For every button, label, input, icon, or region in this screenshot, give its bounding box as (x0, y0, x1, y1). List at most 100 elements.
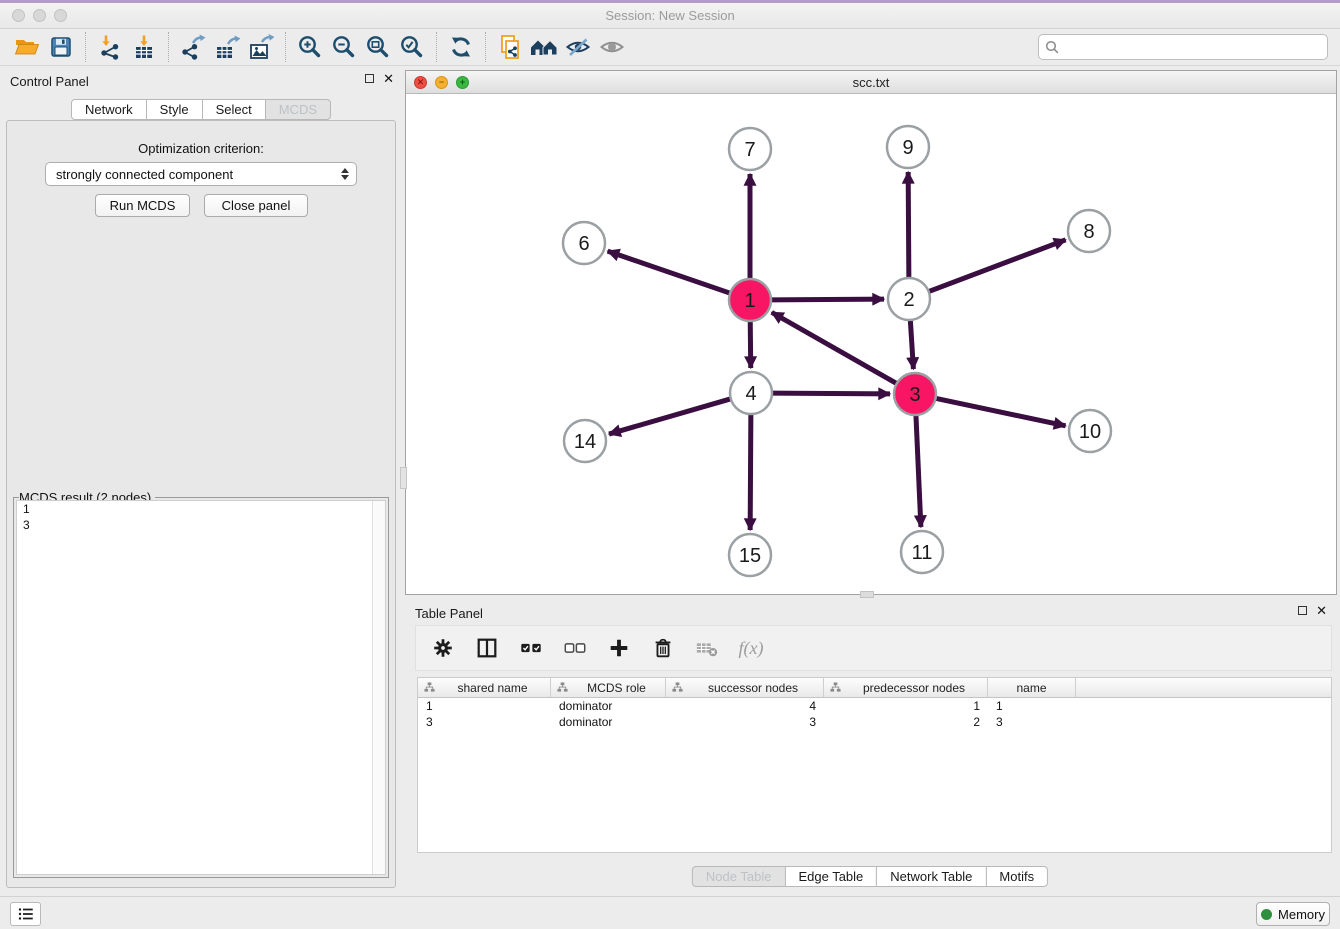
vertical-splitter-handle[interactable] (400, 467, 407, 489)
edge-3-11[interactable] (916, 415, 921, 527)
tab-style[interactable]: Style (146, 99, 203, 120)
table-panel-title: Table Panel (415, 606, 483, 621)
window-title: Session: New Session (0, 8, 1340, 23)
edge-4-3[interactable] (772, 393, 890, 394)
select-all-columns-icon[interactable] (516, 633, 546, 663)
float-table-panel-icon[interactable] (1298, 606, 1307, 615)
mcds-result-group: MCDS result (2 nodes) 13 (13, 497, 389, 878)
column-header-MCDS-role[interactable]: MCDS role (551, 678, 666, 697)
horizontal-splitter-handle[interactable] (860, 591, 874, 598)
close-panel-icon[interactable]: ✕ (383, 74, 394, 83)
list-icon (17, 905, 35, 923)
open-session-icon[interactable] (10, 32, 44, 62)
edge-3-10[interactable] (936, 398, 1066, 425)
zoom-out-icon[interactable] (327, 32, 361, 62)
add-column-icon[interactable] (604, 633, 634, 663)
graph-node-10[interactable]: 10 (1069, 410, 1111, 452)
column-header-shared-name[interactable]: shared name (418, 678, 551, 697)
mcds-result-list: 13 (16, 500, 386, 875)
deselect-all-columns-icon[interactable] (560, 633, 590, 663)
edge-1-2[interactable] (771, 299, 884, 300)
zoom-in-icon[interactable] (293, 32, 327, 62)
svg-text:8: 8 (1083, 221, 1094, 243)
tab-mcds[interactable]: MCDS (265, 99, 331, 120)
gear-icon[interactable] (428, 633, 458, 663)
result-item[interactable]: 3 (17, 517, 385, 533)
save-session-icon[interactable] (44, 32, 78, 62)
graph-node-14[interactable]: 14 (564, 420, 606, 462)
close-panel-button[interactable]: Close panel (204, 194, 308, 217)
column-header-predecessor-nodes[interactable]: predecessor nodes (824, 678, 988, 697)
svg-text:7: 7 (744, 139, 755, 161)
zoom-fit-icon[interactable] (361, 32, 395, 62)
edge-1-4[interactable] (750, 321, 751, 368)
edge-2-8[interactable] (929, 240, 1066, 292)
graph-node-7[interactable]: 7 (729, 128, 771, 170)
edge-2-9[interactable] (908, 172, 909, 278)
export-image-icon[interactable] (244, 32, 278, 62)
svg-text:3: 3 (909, 384, 920, 406)
graph-node-6[interactable]: 6 (563, 222, 605, 264)
edge-4-15[interactable] (750, 414, 751, 530)
result-item[interactable]: 1 (17, 501, 385, 517)
graph-node-9[interactable]: 9 (887, 126, 929, 168)
search-input[interactable] (1038, 34, 1328, 60)
criterion-select[interactable]: strongly connected component (45, 162, 357, 186)
graph-node-8[interactable]: 8 (1068, 210, 1110, 252)
tab-edge-table[interactable]: Edge Table (784, 866, 877, 887)
import-network-icon[interactable] (93, 32, 127, 62)
table-toolbar: f(x) (415, 625, 1332, 671)
criterion-value: strongly connected component (56, 167, 233, 182)
column-view-icon[interactable] (472, 633, 502, 663)
column-header-successor-nodes[interactable]: successor nodes (666, 678, 824, 697)
network-canvas[interactable]: 7 9 6 8 1 2 4 3 14 10 15 11 (406, 94, 1336, 594)
toolbar-separator (168, 32, 169, 62)
delete-column-icon[interactable] (648, 633, 678, 663)
control-panel-tabs: NetworkStyleSelectMCDS (71, 99, 331, 120)
window-titlebar: Session: New Session (0, 3, 1340, 29)
result-scrollbar[interactable] (372, 501, 385, 874)
show-all-icon[interactable] (595, 32, 629, 62)
svg-text:11: 11 (912, 542, 933, 564)
graph-node-15[interactable]: 15 (729, 534, 771, 576)
new-network-from-selection-icon[interactable] (493, 32, 527, 62)
export-network-icon[interactable] (176, 32, 210, 62)
table-row[interactable]: 1dominator411 (418, 698, 1331, 714)
task-history-button[interactable] (10, 902, 41, 926)
network-window-titlebar[interactable]: ✕ − + scc.txt (406, 71, 1336, 94)
edge-4-14[interactable] (609, 399, 731, 434)
tab-network[interactable]: Network (71, 99, 147, 120)
hide-selected-icon[interactable] (561, 32, 595, 62)
column-header-name[interactable]: name (988, 678, 1076, 697)
run-mcds-button[interactable]: Run MCDS (95, 194, 190, 217)
graph-node-3[interactable]: 3 (894, 373, 936, 415)
zoom-selected-icon[interactable] (395, 32, 429, 62)
network-view-window: ✕ − + scc.txt 7 9 6 8 1 2 4 3 14 10 15 11 (405, 70, 1337, 595)
graph-node-2[interactable]: 2 (888, 278, 930, 320)
export-table-icon[interactable] (210, 32, 244, 62)
edge-2-3[interactable] (910, 320, 913, 369)
table-row[interactable]: 3dominator323 (418, 714, 1331, 730)
tab-network-table[interactable]: Network Table (876, 866, 986, 887)
edge-3-1[interactable] (772, 312, 897, 383)
tab-node-table[interactable]: Node Table (692, 866, 786, 887)
status-bar: Memory (0, 896, 1340, 929)
tab-select[interactable]: Select (202, 99, 266, 120)
close-table-panel-icon[interactable]: ✕ (1316, 606, 1327, 615)
edge-1-6[interactable] (608, 251, 730, 293)
graph-node-11[interactable]: 11 (901, 531, 943, 573)
float-panel-icon[interactable] (365, 74, 374, 83)
table-cell: dominator (551, 715, 666, 729)
function-builder-icon: f(x) (736, 633, 766, 663)
svg-text:10: 10 (1079, 421, 1101, 443)
main-toolbar (0, 29, 1340, 66)
memory-button[interactable]: Memory (1256, 902, 1330, 926)
network-graph[interactable]: 7 9 6 8 1 2 4 3 14 10 15 11 (406, 94, 1336, 594)
graph-node-4[interactable]: 4 (730, 372, 772, 414)
svg-text:14: 14 (574, 431, 596, 453)
graph-node-1[interactable]: 1 (729, 279, 771, 321)
first-neighbors-icon[interactable] (527, 32, 561, 62)
apply-layout-icon[interactable] (444, 32, 478, 62)
tab-motifs[interactable]: Motifs (985, 866, 1048, 887)
import-table-icon[interactable] (127, 32, 161, 62)
